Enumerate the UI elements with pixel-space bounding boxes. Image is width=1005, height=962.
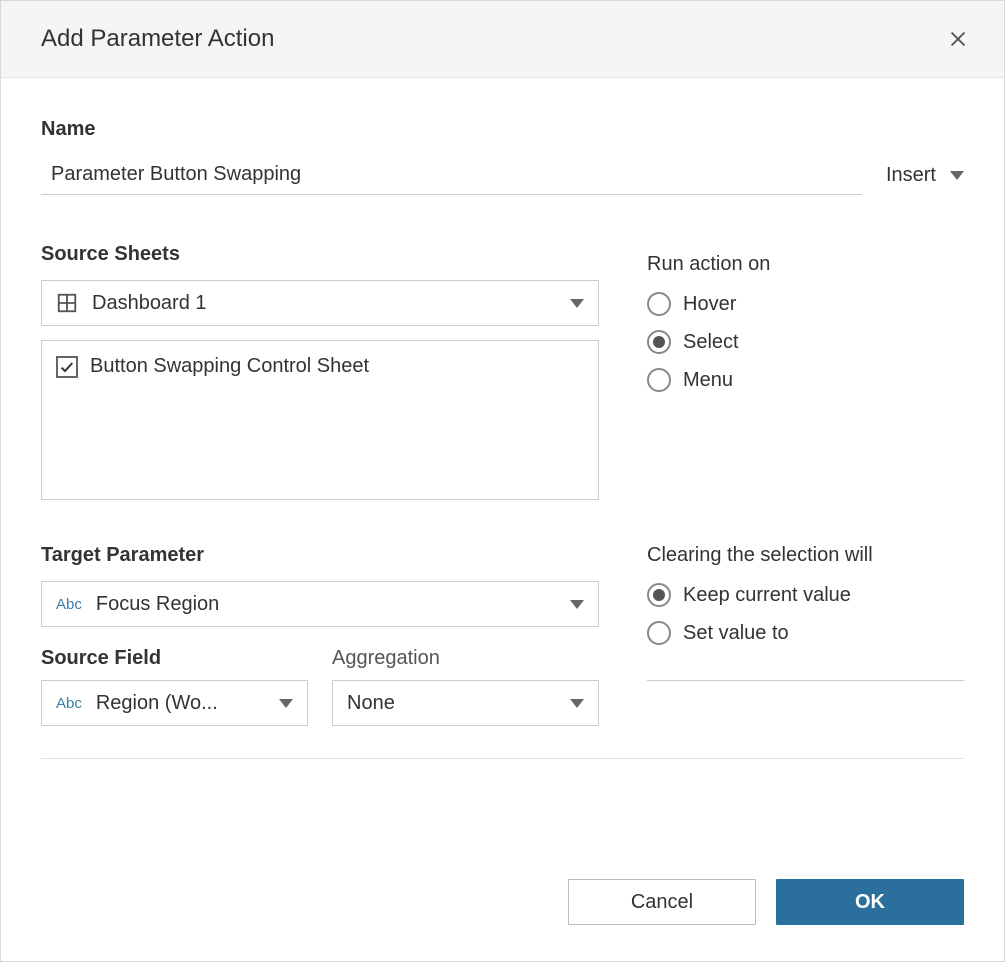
radio-icon bbox=[647, 621, 671, 645]
radio-select[interactable]: Select bbox=[647, 330, 964, 354]
chevron-down-icon bbox=[279, 699, 293, 708]
chevron-down-icon bbox=[570, 299, 584, 308]
source-field-selected: Region (Wo... bbox=[96, 692, 279, 715]
radio-set-value[interactable]: Set value to bbox=[647, 621, 964, 645]
target-parameter-select[interactable]: Abc Focus Region bbox=[41, 581, 599, 627]
run-action-label: Run action on bbox=[647, 253, 964, 276]
dialog-header: Add Parameter Action bbox=[1, 1, 1004, 78]
radio-keep-current[interactable]: Keep current value bbox=[647, 583, 964, 607]
source-sheets-label: Source Sheets bbox=[41, 243, 599, 266]
dashboard-selected: Dashboard 1 bbox=[92, 292, 570, 315]
aggregation-select[interactable]: None bbox=[332, 680, 599, 726]
chevron-down-icon bbox=[570, 699, 584, 708]
aggregation-selected: None bbox=[347, 692, 570, 715]
radio-menu[interactable]: Menu bbox=[647, 368, 964, 392]
radio-hover[interactable]: Hover bbox=[647, 292, 964, 316]
abc-icon: Abc bbox=[56, 596, 82, 613]
name-label: Name bbox=[41, 118, 964, 141]
insert-dropdown[interactable]: Insert bbox=[886, 164, 964, 195]
list-item-label: Button Swapping Control Sheet bbox=[90, 355, 369, 378]
dashboard-icon bbox=[56, 292, 78, 314]
abc-icon: Abc bbox=[56, 695, 82, 712]
radio-icon bbox=[647, 368, 671, 392]
target-parameter-label: Target Parameter bbox=[41, 544, 599, 567]
check-icon bbox=[59, 359, 75, 375]
radio-icon-selected bbox=[647, 330, 671, 354]
radio-label: Select bbox=[683, 331, 739, 354]
close-button[interactable] bbox=[944, 25, 972, 53]
name-row: Insert bbox=[41, 155, 964, 195]
radio-label: Menu bbox=[683, 369, 733, 392]
button-row: Cancel OK bbox=[1, 879, 1004, 961]
divider bbox=[41, 758, 964, 759]
dialog-title: Add Parameter Action bbox=[41, 25, 274, 53]
insert-label: Insert bbox=[886, 164, 936, 187]
ok-button[interactable]: OK bbox=[776, 879, 964, 925]
source-field-label: Source Field bbox=[41, 647, 308, 670]
target-section: Target Parameter Abc Focus Region Source… bbox=[41, 544, 964, 726]
set-value-input-underline bbox=[647, 679, 964, 681]
name-input[interactable] bbox=[41, 155, 862, 195]
source-aggregation-row: Source Field Abc Region (Wo... Aggregati… bbox=[41, 647, 599, 726]
aggregation-label: Aggregation bbox=[332, 647, 599, 670]
add-parameter-action-dialog: Add Parameter Action Name Insert Source … bbox=[0, 0, 1005, 962]
radio-label: Keep current value bbox=[683, 584, 851, 607]
target-parameter-selected: Focus Region bbox=[96, 593, 570, 616]
radio-icon-selected bbox=[647, 583, 671, 607]
source-sheets-list: Button Swapping Control Sheet bbox=[41, 340, 599, 500]
radio-label: Hover bbox=[683, 293, 736, 316]
source-field-select[interactable]: Abc Region (Wo... bbox=[41, 680, 308, 726]
cancel-button[interactable]: Cancel bbox=[568, 879, 756, 925]
radio-icon bbox=[647, 292, 671, 316]
radio-label: Set value to bbox=[683, 622, 789, 645]
chevron-down-icon bbox=[570, 600, 584, 609]
dialog-body: Name Insert Source Sheets Dashboard 1 bbox=[1, 78, 1004, 879]
close-icon bbox=[947, 28, 969, 50]
dashboard-select[interactable]: Dashboard 1 bbox=[41, 280, 599, 326]
checkbox-checked[interactable] bbox=[56, 356, 78, 378]
source-sheets-section: Source Sheets Dashboard 1 bbox=[41, 243, 964, 500]
chevron-down-icon bbox=[950, 171, 964, 180]
clearing-label: Clearing the selection will bbox=[647, 544, 964, 567]
list-item[interactable]: Button Swapping Control Sheet bbox=[56, 355, 584, 378]
